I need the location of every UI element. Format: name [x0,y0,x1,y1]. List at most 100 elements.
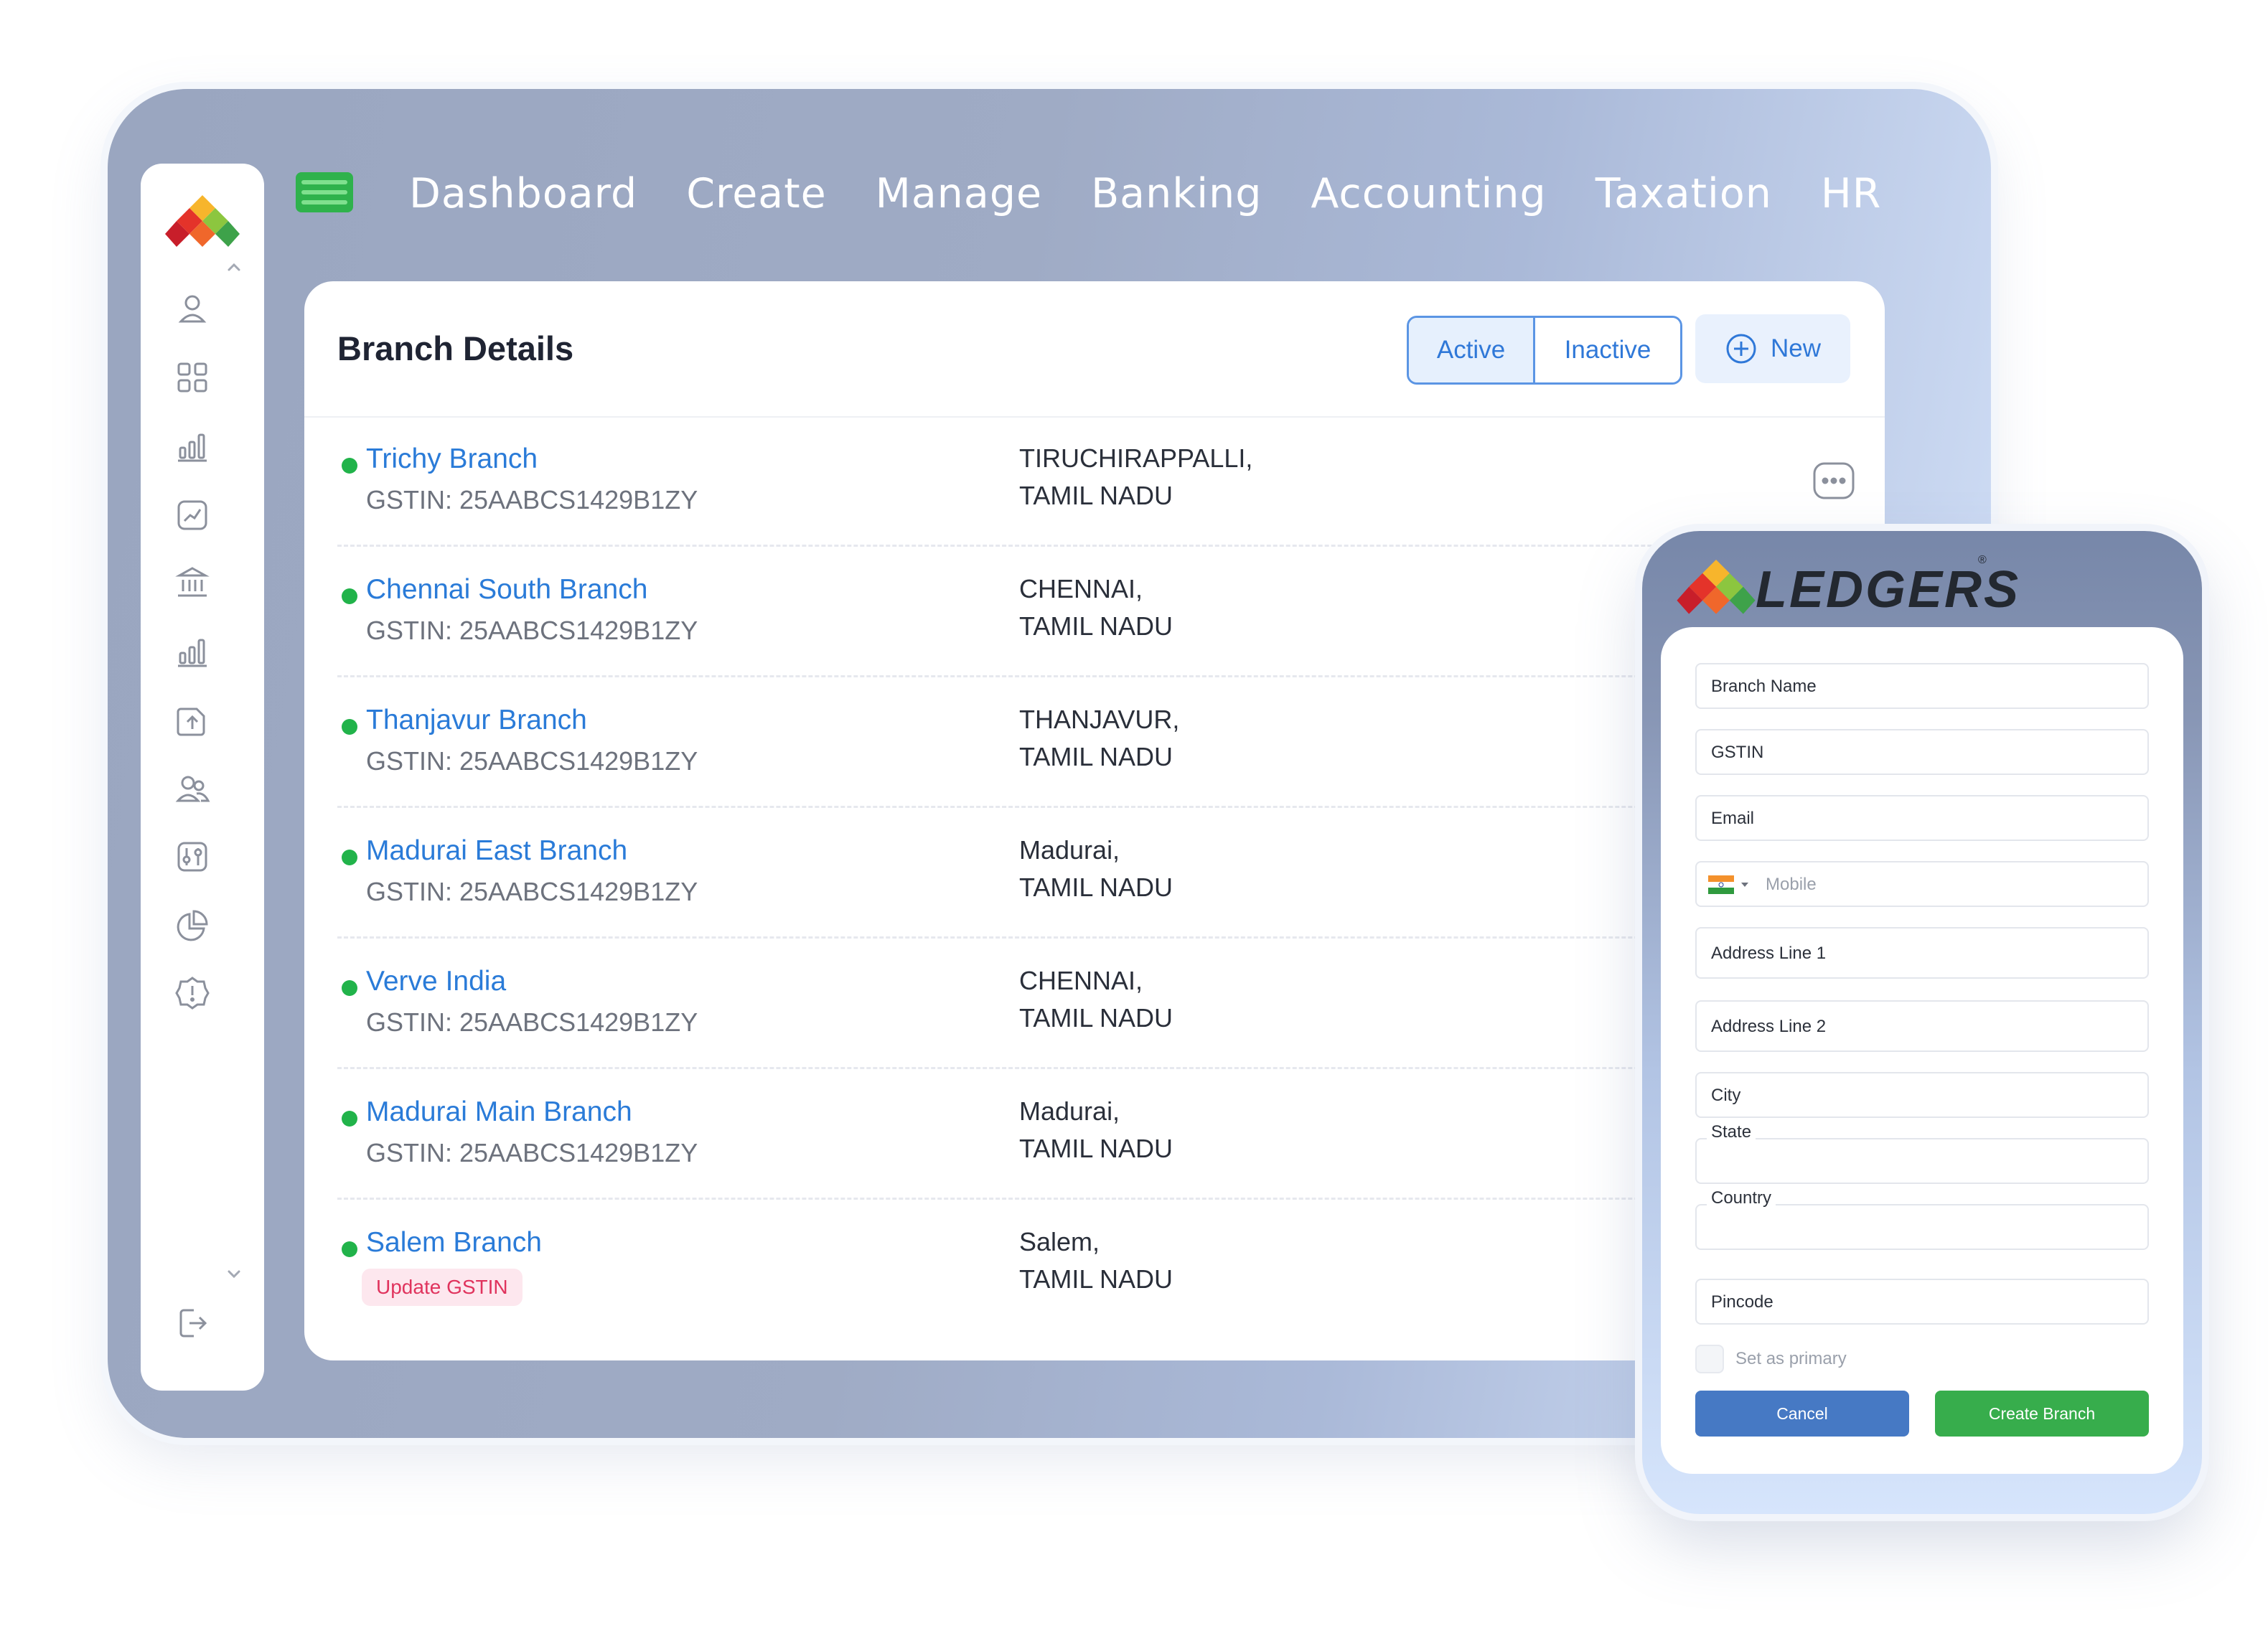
bar-chart-icon[interactable] [174,633,211,670]
branch-name-label: Branch Name [1711,677,1817,696]
new-branch-button[interactable]: New [1695,314,1850,383]
nav-create[interactable]: Create [686,166,826,221]
nav-dashboard[interactable]: Dashboard [409,166,637,221]
branch-form: Branch Name GSTIN Email Mobile Address L… [1661,627,2183,1474]
users-icon[interactable] [174,771,211,808]
address-line-1-label: Address Line 1 [1711,944,1827,963]
create-branch-card: LEDGERS ® Branch Name GSTIN Email Mobile… [1642,531,2202,1514]
branch-row[interactable]: Trichy Branch GSTIN: 25AABCS1429B1ZY TIR… [337,416,1855,547]
branch-name-link[interactable]: Salem Branch [366,1227,542,1259]
alert-badge-icon[interactable] [174,974,211,1012]
status-dot [342,458,357,474]
status-dot [342,980,357,996]
country-code-caret-icon[interactable] [1741,883,1748,887]
branch-state: TAMIL NADU [1019,742,1173,771]
plus-circle-icon [1726,334,1756,364]
ledgers-logo-icon [1677,560,1756,614]
menu-hamburger-icon[interactable] [296,172,353,212]
more-options-icon[interactable] [1812,461,1856,501]
branch-name-link[interactable]: Madurai Main Branch [366,1096,632,1128]
email-label: Email [1711,809,1755,828]
city-field[interactable]: City [1695,1072,2149,1118]
branch-state: TAMIL NADU [1019,611,1173,641]
bank-icon[interactable] [174,564,211,601]
branch-name-link[interactable]: Trichy Branch [366,443,538,475]
branch-row[interactable]: Madurai East Branch GSTIN: 25AABCS1429B1… [337,808,1852,939]
branch-state: TAMIL NADU [1019,873,1173,902]
top-nav: Dashboard Create Manage Banking Accounti… [409,166,1930,221]
branch-row[interactable]: Salem Branch Update GSTIN Salem, TAMIL N… [337,1200,1852,1330]
branch-name-link[interactable]: Chennai South Branch [366,574,647,606]
page-title: Branch Details [337,329,574,367]
branch-gstin: GSTIN: 25AABCS1429B1ZY [366,1007,698,1037]
bar-chart-icon[interactable] [174,428,211,465]
branch-gstin: GSTIN: 25AABCS1429B1ZY [366,485,698,514]
create-branch-button[interactable]: Create Branch [1935,1391,2149,1437]
mobile-placeholder: Mobile [1766,875,1817,894]
set-primary-checkbox[interactable] [1695,1345,1724,1373]
pincode-label: Pincode [1711,1292,1773,1312]
country-field[interactable]: Country [1695,1188,2149,1250]
nav-taxation[interactable]: Taxation [1595,166,1772,221]
branch-name-link[interactable]: Verve India [366,966,506,997]
update-gstin-badge[interactable]: Update GSTIN [362,1269,523,1306]
branch-city: Salem, [1019,1227,1100,1256]
report-chart-icon[interactable] [174,497,211,534]
logout-icon[interactable] [174,1304,211,1342]
branch-state: TAMIL NADU [1019,481,1173,510]
nav-manage[interactable]: Manage [876,166,1042,221]
status-dot [342,1111,357,1127]
branch-row[interactable]: Chennai South Branch GSTIN: 25AABCS1429B… [337,547,1852,677]
settings-panel-icon[interactable] [174,838,211,875]
nav-accounting[interactable]: Accounting [1311,166,1546,221]
branch-name-field[interactable]: Branch Name [1695,663,2149,709]
branch-row[interactable]: Verve India GSTIN: 25AABCS1429B1ZY CHENN… [337,939,1852,1069]
status-dot [342,719,357,735]
branch-row[interactable]: Madurai Main Branch GSTIN: 25AABCS1429B1… [337,1069,1852,1200]
set-primary-label: Set as primary [1735,1349,1847,1368]
status-filter-toggle: Active Inactive [1407,316,1682,385]
chevron-down-icon[interactable] [224,1264,244,1284]
branch-state: TAMIL NADU [1019,1003,1173,1033]
pie-chart-icon[interactable] [174,907,211,944]
branch-gstin: GSTIN: 25AABCS1429B1ZY [366,1138,698,1167]
email-field[interactable]: Email [1695,795,2149,841]
chevron-up-icon[interactable] [224,257,244,277]
branch-gstin: GSTIN: 25AABCS1429B1ZY [366,616,698,645]
user-icon[interactable] [174,290,211,327]
nav-banking[interactable]: Banking [1091,166,1262,221]
country-label: Country [1707,1188,1776,1208]
state-field[interactable]: State [1695,1122,2149,1184]
filter-active-button[interactable]: Active [1409,318,1535,382]
nav-hr[interactable]: HR [1821,166,1881,221]
address-line-1-field[interactable]: Address Line 1 [1695,927,2149,979]
new-branch-label: New [1770,334,1822,362]
branch-state: TAMIL NADU [1019,1264,1173,1294]
state-label: State [1707,1122,1756,1142]
branch-gstin: GSTIN: 25AABCS1429B1ZY [366,877,698,906]
pincode-field[interactable]: Pincode [1695,1279,2149,1325]
branch-list: Trichy Branch GSTIN: 25AABCS1429B1ZY TIR… [337,416,1855,1330]
city-label: City [1711,1086,1741,1105]
branch-city: TIRUCHIRAPPALLI, [1019,443,1253,473]
branch-city: CHENNAI, [1019,574,1143,603]
branch-city: CHENNAI, [1019,966,1143,995]
branch-city: THANJAVUR, [1019,705,1180,734]
cancel-button[interactable]: Cancel [1695,1391,1909,1437]
branch-city: Madurai, [1019,1096,1120,1126]
branch-name-link[interactable]: Madurai East Branch [366,835,627,867]
filter-inactive-button[interactable]: Inactive [1535,318,1680,382]
upload-document-icon[interactable] [174,702,211,739]
branch-gstin: GSTIN: 25AABCS1429B1ZY [366,746,698,776]
india-flag-icon[interactable] [1708,875,1734,894]
grid-icon[interactable] [174,359,211,396]
gstin-label: GSTIN [1711,743,1764,762]
address-line-2-field[interactable]: Address Line 2 [1695,1000,2149,1052]
branch-name-link[interactable]: Thanjavur Branch [366,705,587,736]
mobile-field[interactable]: Mobile [1695,861,2149,907]
status-dot [342,1241,357,1257]
branch-row[interactable]: Thanjavur Branch GSTIN: 25AABCS1429B1ZY … [337,677,1852,808]
brand-logo-icon[interactable] [165,195,240,253]
status-dot [342,588,357,604]
gstin-field[interactable]: GSTIN [1695,729,2149,775]
